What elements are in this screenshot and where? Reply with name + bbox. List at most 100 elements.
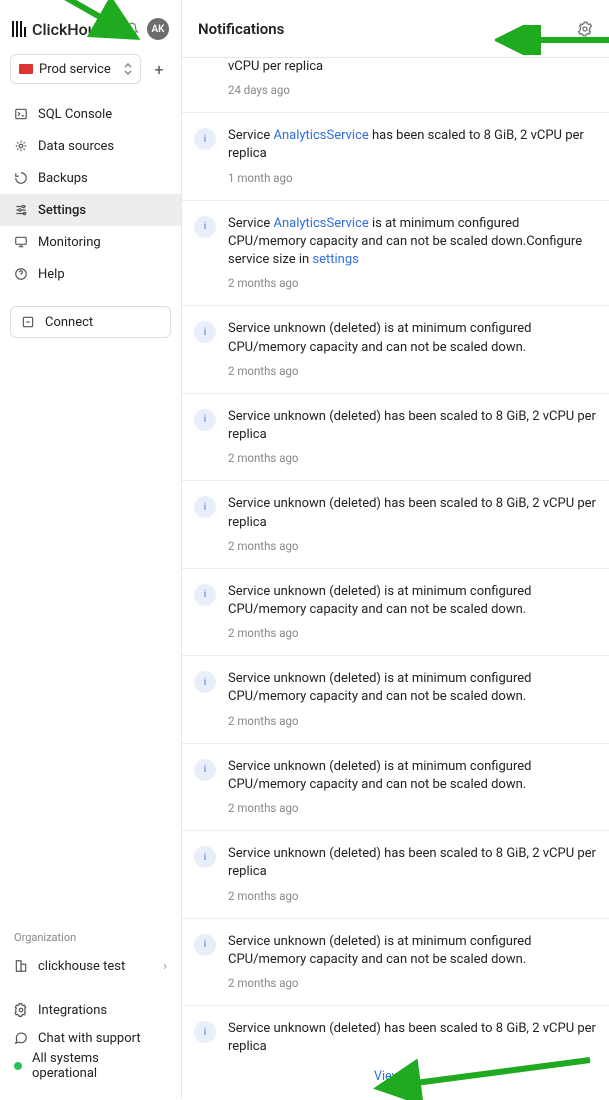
- notification-item[interactable]: i Service unknown (deleted) is at minimum…: [182, 656, 609, 743]
- sidebar: ClickHouse AK Prod service +: [0, 0, 182, 1098]
- info-icon: i: [194, 934, 216, 956]
- panel-header: Notifications: [182, 0, 609, 58]
- panel-title: Notifications: [198, 20, 284, 38]
- notification-message: Service unknown (deleted) is at minimum …: [228, 670, 597, 706]
- nav-label: SQL Console: [38, 107, 112, 122]
- sidebar-bottom: Organization clickhouse test › Integrati…: [0, 921, 181, 1098]
- view-all-link[interactable]: View all: [374, 1069, 417, 1084]
- service-selector-row: Prod service +: [0, 54, 181, 94]
- notification-item[interactable]: i Service unknown (deleted) is at minimum…: [182, 569, 609, 656]
- notification-time: 1 month ago: [228, 170, 597, 186]
- notification-message: Service unknown (deleted) has been scale…: [228, 1020, 597, 1056]
- notification-body: Service unknown (deleted) has been scale…: [228, 1020, 597, 1059]
- clickhouse-logo-icon: [12, 21, 26, 37]
- gear-icon[interactable]: [577, 21, 593, 37]
- notification-body: Service AnalyticsService has been scaled…: [228, 127, 597, 185]
- backup-icon: [14, 171, 28, 185]
- service-selector[interactable]: Prod service: [10, 54, 141, 84]
- notification-body: Service unknown (deleted) is at minimum …: [228, 758, 597, 816]
- notification-item[interactable]: i Service unknown (deleted) has been scal…: [182, 831, 609, 918]
- nav-sql-console[interactable]: SQL Console: [0, 98, 181, 130]
- notification-time: 2 months ago: [228, 363, 597, 379]
- notification-time: 2 months ago: [228, 625, 597, 641]
- view-all-row: View all: [182, 1059, 609, 1098]
- notification-time: 2 months ago: [228, 275, 597, 291]
- add-service-button[interactable]: +: [147, 57, 171, 81]
- notification-item[interactable]: iService unknown (deleted) has been scal…: [182, 1006, 609, 1059]
- chevron-updown-icon: [124, 63, 132, 75]
- notification-item[interactable]: ivCPU per replica24 days ago: [182, 58, 609, 113]
- info-icon: i: [194, 409, 216, 431]
- chat-support-row[interactable]: Chat with support: [14, 1024, 167, 1052]
- user-avatar[interactable]: AK: [147, 18, 169, 40]
- chevron-right-icon: ›: [163, 959, 167, 974]
- terminal-icon: [14, 107, 28, 121]
- main-panel: Notifications i vCPU per replica 24 days a…: [182, 0, 609, 1098]
- info-icon: i: [194, 216, 216, 238]
- nav-backups[interactable]: Backups: [0, 162, 181, 194]
- notification-item[interactable]: i Service unknown (deleted) is at minimum…: [182, 306, 609, 393]
- connect-label: Connect: [45, 315, 93, 330]
- sliders-icon: [14, 203, 28, 217]
- bell-icon[interactable]: [125, 22, 139, 36]
- nav-label: Settings: [38, 203, 86, 218]
- info-icon: i: [194, 584, 216, 606]
- notification-time: 2 months ago: [228, 888, 597, 904]
- org-icon: [14, 959, 28, 973]
- notification-message: vCPU per replica: [228, 58, 597, 76]
- info-icon: i: [194, 846, 216, 868]
- integrations-row[interactable]: Integrations: [14, 996, 167, 1024]
- info-icon: i: [194, 671, 216, 693]
- org-section-label: Organization: [14, 931, 167, 944]
- notification-list[interactable]: ivCPU per replica24 days agoiService Ana…: [182, 58, 609, 1059]
- notification-time: 2 months ago: [228, 975, 597, 991]
- notification-link[interactable]: AnalyticsService: [274, 216, 369, 231]
- notification-body: Service unknown (deleted) is at minimum …: [228, 670, 597, 728]
- notification-time: 2 months ago: [228, 800, 597, 816]
- status-dot-icon: [14, 1062, 22, 1070]
- notification-time: 2 months ago: [228, 450, 597, 466]
- notification-body: Service unknown (deleted) is at minimum …: [228, 583, 597, 641]
- notification-message: Service unknown (deleted) has been scale…: [228, 495, 597, 531]
- notification-body: vCPU per replica 24 days ago: [228, 58, 597, 98]
- notification-time: 2 months ago: [228, 713, 597, 729]
- sidebar-nav: SQL Console Data sources Backups Setting…: [0, 98, 181, 290]
- brand-name: ClickHouse: [32, 20, 113, 39]
- notification-body: Service unknown (deleted) is at minimum …: [228, 320, 597, 378]
- brand-row: ClickHouse AK: [0, 10, 181, 54]
- notification-item[interactable]: i Service AnalyticsService is at minimum …: [182, 201, 609, 307]
- notification-time: 24 days ago: [228, 82, 597, 98]
- notification-link[interactable]: AnalyticsService: [274, 128, 369, 143]
- nav-monitoring[interactable]: Monitoring: [0, 226, 181, 258]
- monitor-icon: [14, 235, 28, 249]
- nav-label: Monitoring: [38, 235, 101, 250]
- notification-item[interactable]: i Service unknown (deleted) is at minimum…: [182, 919, 609, 1006]
- org-name: clickhouse test: [38, 959, 125, 974]
- notification-item[interactable]: i Service unknown (deleted) has been scal…: [182, 481, 609, 568]
- nav-label: Data sources: [38, 139, 114, 154]
- notification-body: Service AnalyticsService is at minimum c…: [228, 215, 597, 292]
- connect-button[interactable]: Connect: [10, 306, 171, 338]
- notification-time: 2 months ago: [228, 538, 597, 554]
- nav-settings[interactable]: Settings: [0, 194, 181, 226]
- info-icon: i: [194, 759, 216, 781]
- info-icon: i: [194, 496, 216, 518]
- notification-body: Service unknown (deleted) is at minimum …: [228, 933, 597, 991]
- data-source-icon: [14, 139, 28, 153]
- notification-body: Service unknown (deleted) has been scale…: [228, 845, 597, 903]
- chat-icon: [14, 1031, 28, 1045]
- notification-item[interactable]: i Service unknown (deleted) has been scal…: [182, 394, 609, 481]
- chat-label: Chat with support: [38, 1031, 141, 1046]
- status-row[interactable]: All systems operational: [14, 1052, 167, 1080]
- nav-help[interactable]: Help: [0, 258, 181, 290]
- notification-link[interactable]: settings: [312, 252, 358, 267]
- info-icon: i: [194, 321, 216, 343]
- notification-item[interactable]: i Service unknown (deleted) is at minimum…: [182, 744, 609, 831]
- notification-message: Service unknown (deleted) has been scale…: [228, 408, 597, 444]
- connect-icon: [21, 315, 35, 329]
- org-row[interactable]: clickhouse test ›: [14, 952, 167, 980]
- nav-data-sources[interactable]: Data sources: [0, 130, 181, 162]
- notification-item[interactable]: iService AnalyticsService has been scale…: [182, 113, 609, 200]
- integrations-icon: [14, 1003, 28, 1017]
- service-color-icon: [19, 64, 33, 74]
